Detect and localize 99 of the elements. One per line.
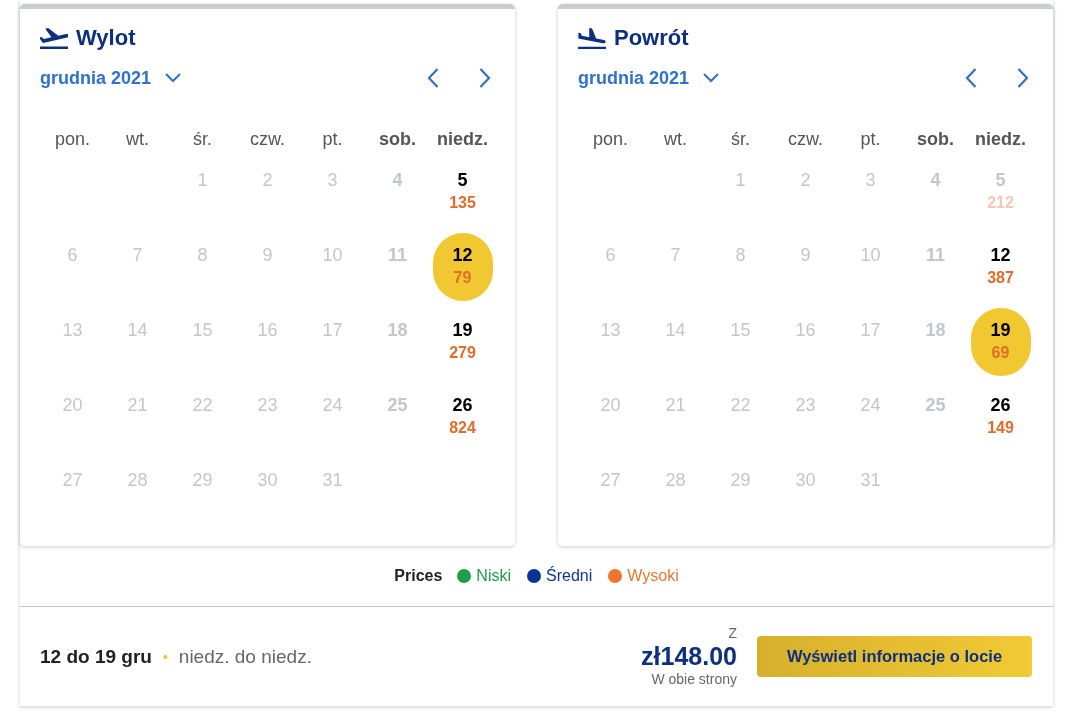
calendar-day: 8	[710, 232, 771, 301]
weekday-range: niedz. do niedz.	[178, 645, 312, 668]
calendar-day: 30	[237, 457, 298, 526]
chevron-left-icon	[965, 68, 977, 88]
calendar-day: 20	[42, 382, 103, 451]
calendar-day: 27	[42, 457, 103, 526]
calendar-day: 29	[172, 457, 233, 526]
weekday-label: wt.	[664, 128, 687, 150]
calendar-day[interactable]: 19 69	[970, 307, 1031, 376]
weekday-label: pon.	[54, 128, 90, 150]
date-range: 12 do 19 gru	[40, 645, 152, 668]
calendar-day: 22	[172, 382, 233, 451]
calendar-day: 30	[775, 457, 836, 526]
legend-title: Prices	[394, 567, 443, 585]
plane-landing-icon	[578, 27, 606, 49]
calendar-day: 28	[645, 457, 706, 526]
calendar-day: 11	[905, 232, 966, 301]
calendar-day: 24	[302, 382, 363, 451]
calendar-day: 3	[840, 157, 901, 226]
calendar-day: 8	[172, 232, 233, 301]
calendar-day: 28	[107, 457, 168, 526]
weekday-label: śr.	[193, 128, 212, 150]
bullet-separator: •	[162, 648, 168, 665]
calendar-day: 2	[237, 157, 298, 226]
legend-label: Niski	[476, 567, 511, 585]
calendar-day: 25	[905, 382, 966, 451]
legend-label: Średni	[546, 567, 593, 585]
calendar-day: 14	[645, 307, 706, 376]
calendar-day[interactable]: 26 824	[432, 382, 493, 451]
calendar-day: 15	[172, 307, 233, 376]
calendar-day: 13	[42, 307, 103, 376]
flight-info-button[interactable]: Wyświetl informacje o locie	[757, 636, 1032, 677]
calendar-day: 31	[840, 457, 901, 526]
weekday-label: sob.	[917, 128, 954, 150]
calendar-day: 31	[302, 457, 363, 526]
calendar-day[interactable]: 19 279	[432, 307, 493, 376]
calendar-day: 17	[840, 307, 901, 376]
calendar-day: 9	[775, 232, 836, 301]
calendar-day: 15	[710, 307, 771, 376]
calendar-day: 25	[367, 382, 428, 451]
chevron-right-icon	[1017, 68, 1029, 88]
total-price: zł148.00	[641, 642, 737, 670]
weekday-label: wt.	[126, 128, 149, 150]
calendar-day: 29	[710, 457, 771, 526]
calendar-day: 9	[237, 232, 298, 301]
plane-takeoff-icon	[40, 27, 68, 49]
calendar-day[interactable]: 5 135	[432, 157, 493, 226]
calendar-day: 18	[367, 307, 428, 376]
calendar-day: 20	[580, 382, 641, 451]
weekday-label: czw.	[788, 128, 823, 150]
price-note: W obie strony	[651, 670, 737, 689]
calendar-title: Powrót	[614, 24, 689, 52]
calendar-day[interactable]: 26 149	[970, 382, 1031, 451]
weekday-label: niedz.	[437, 128, 488, 150]
calendar-day: 11	[367, 232, 428, 301]
calendar-day: 10	[302, 232, 363, 301]
chevron-left-icon	[427, 68, 439, 88]
calendar-day: 7	[107, 232, 168, 301]
month-dropdown[interactable]: grudnia 2021	[40, 67, 182, 89]
calendar-day: 21	[645, 382, 706, 451]
calendar-day: 7	[645, 232, 706, 301]
calendar-day: 4	[905, 157, 966, 226]
calendar-day: 10	[840, 232, 901, 301]
price-caption: Z	[728, 624, 737, 642]
calendar-day: 3	[302, 157, 363, 226]
calendar-day: 18	[905, 307, 966, 376]
weekday-label: pt.	[860, 128, 881, 150]
calendar-title: Wylot	[76, 24, 136, 52]
chevron-down-icon	[703, 73, 720, 83]
calendar-day: 6	[42, 232, 103, 301]
calendar-day[interactable]: 12 387	[970, 232, 1031, 301]
weekday-label: pon.	[592, 128, 628, 150]
calendar-day[interactable]: 12 79	[432, 232, 493, 301]
chevron-right-icon	[479, 68, 491, 88]
calendar-day: 23	[775, 382, 836, 451]
calendar-day: 13	[580, 307, 641, 376]
weekday-label: śr.	[731, 128, 750, 150]
weekday-label: sob.	[379, 128, 416, 150]
calendar-day: 16	[775, 307, 836, 376]
calendar-day: 17	[302, 307, 363, 376]
month-dropdown[interactable]: grudnia 2021	[578, 67, 720, 89]
weekday-label: pt.	[322, 128, 343, 150]
calendar-day: 1	[172, 157, 233, 226]
calendar-day: 4	[367, 157, 428, 226]
calendar-day: 14	[107, 307, 168, 376]
calendar-day: 24	[840, 382, 901, 451]
weekday-label: czw.	[250, 128, 285, 150]
weekday-label: niedz.	[975, 128, 1026, 150]
chevron-down-icon	[165, 73, 182, 83]
calendar-day: 16	[237, 307, 298, 376]
calendar-day: 1	[710, 157, 771, 226]
calendar-day: 23	[237, 382, 298, 451]
calendar-day: 2	[775, 157, 836, 226]
calendar-day: 6	[580, 232, 641, 301]
legend-label: Wysoki	[627, 567, 679, 585]
calendar-day: 22	[710, 382, 771, 451]
calendar-day: 21	[107, 382, 168, 451]
calendar-day: 27	[580, 457, 641, 526]
calendar-day: 5 212	[970, 157, 1031, 226]
